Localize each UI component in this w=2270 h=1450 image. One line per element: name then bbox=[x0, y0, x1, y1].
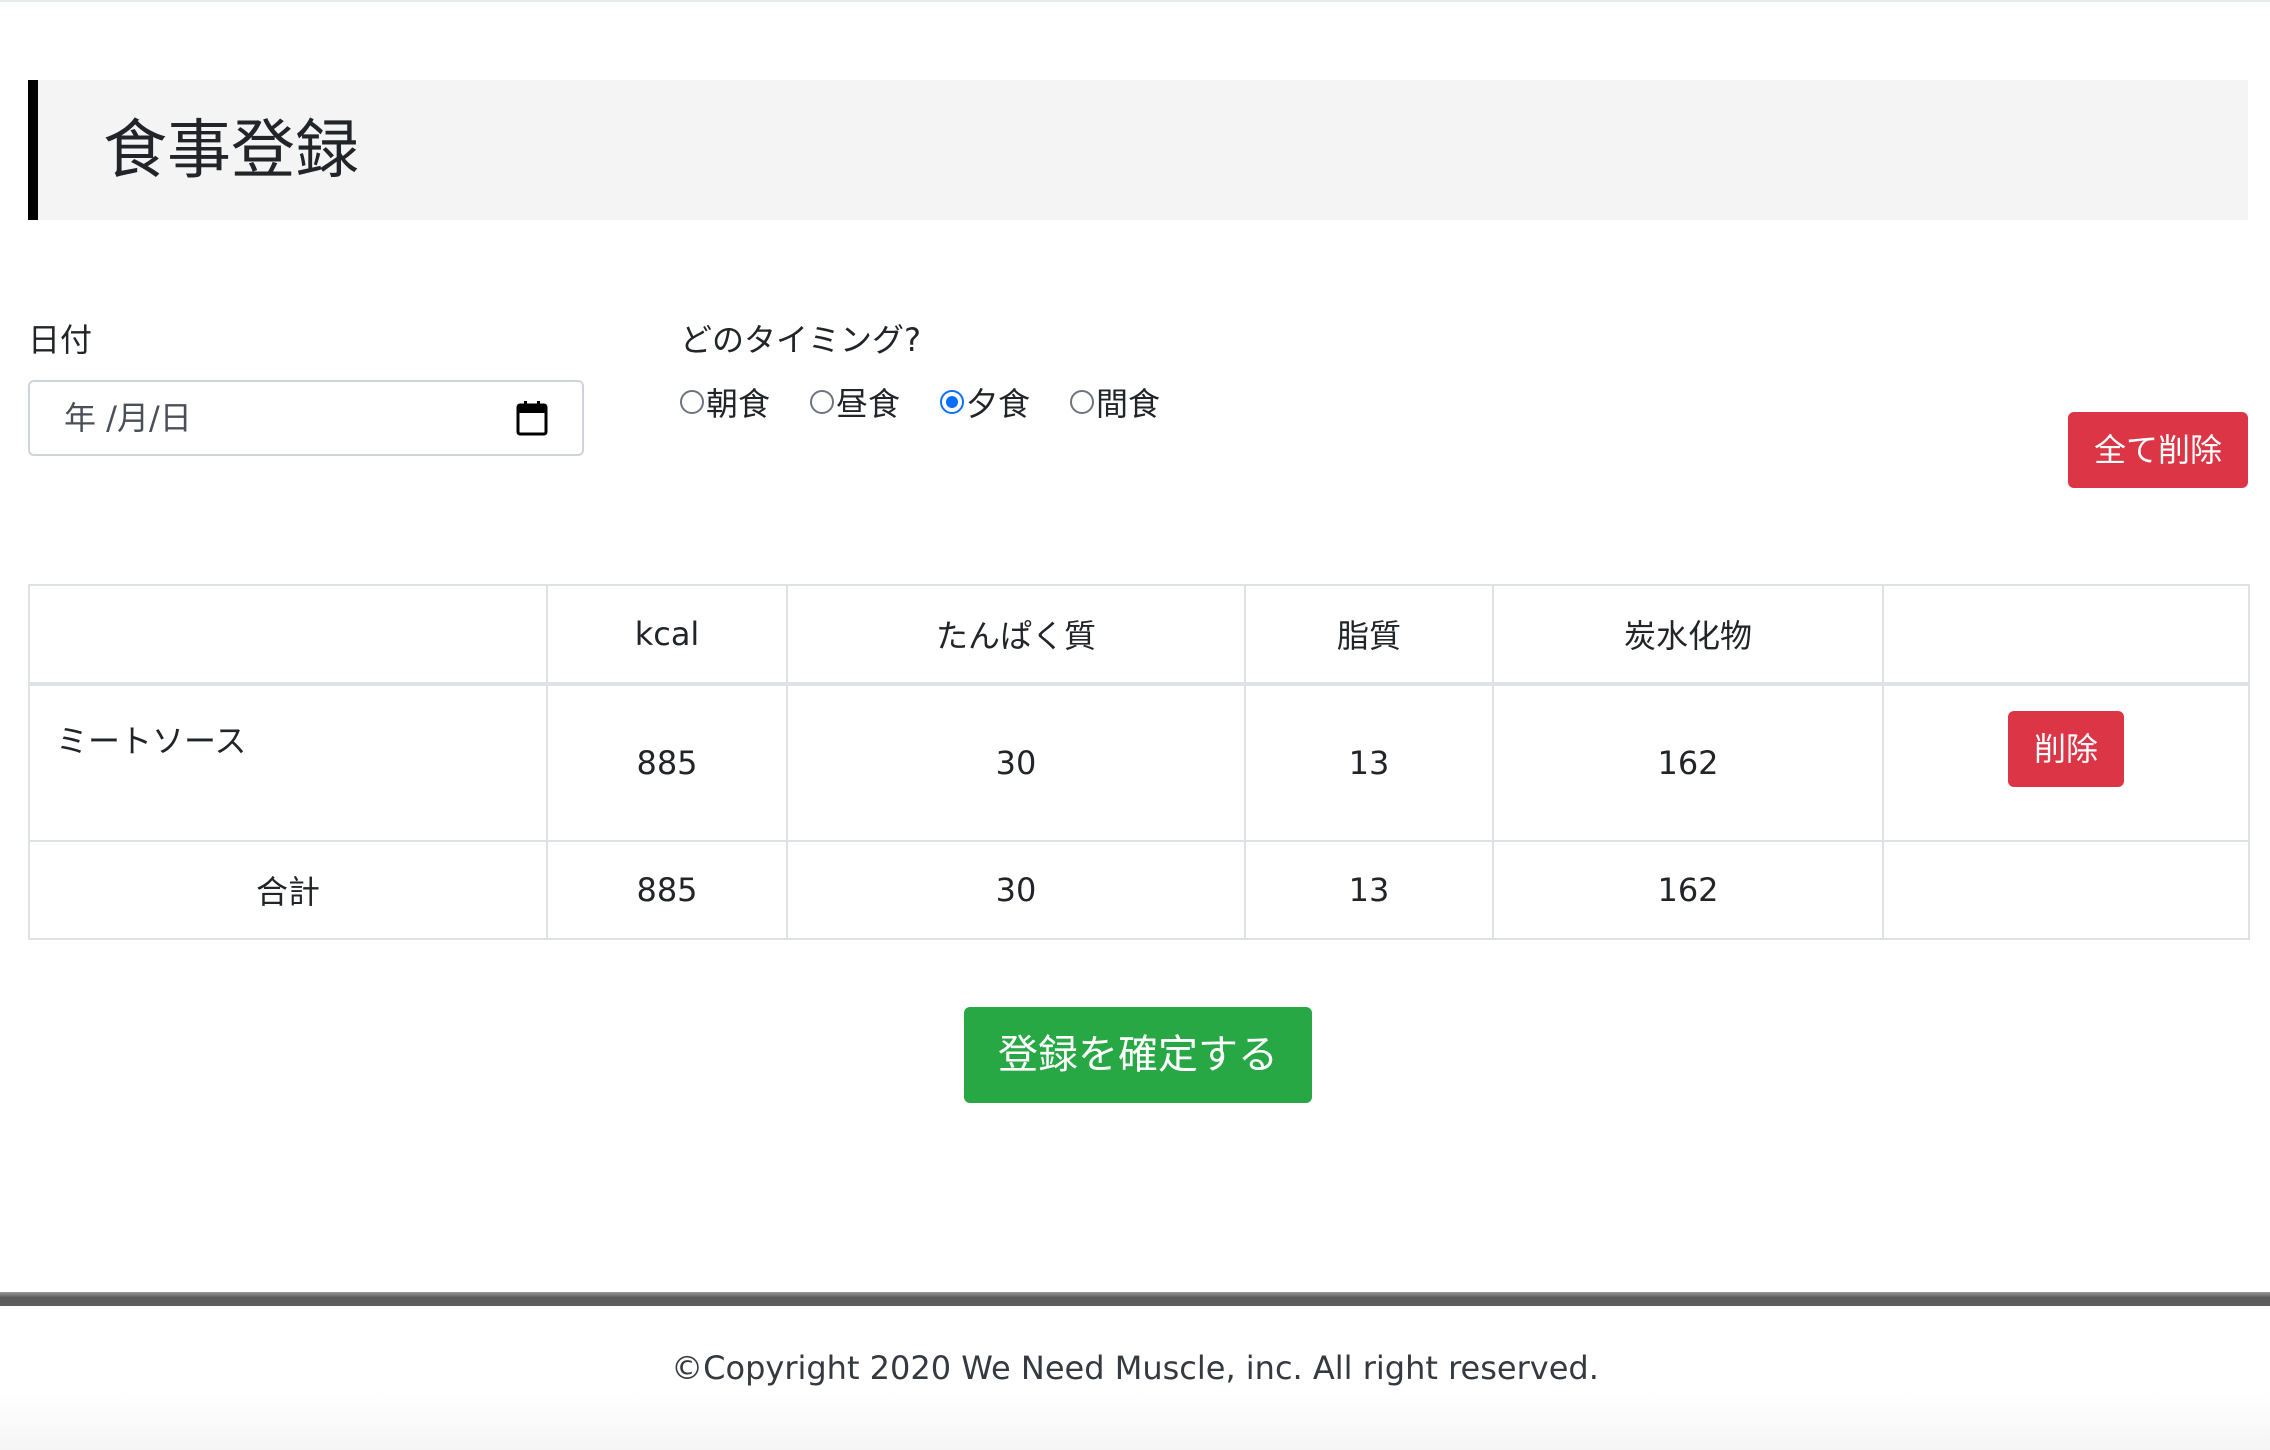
total-label: 合計 bbox=[28, 840, 548, 940]
copyright-text: ©Copyright 2020 We Need Muscle, inc. All… bbox=[671, 1349, 1599, 1387]
food-protein: 30 bbox=[786, 683, 1246, 842]
date-placeholder: 年 /月/日 bbox=[64, 399, 192, 437]
confirm-registration-button[interactable]: 登録を確定する bbox=[964, 1007, 1312, 1103]
food-carbs: 162 bbox=[1492, 683, 1884, 842]
total-protein: 30 bbox=[786, 840, 1246, 940]
delete-row-button[interactable]: 削除 bbox=[2008, 711, 2124, 787]
radio-button-lunch[interactable] bbox=[810, 390, 834, 414]
timing-label: どのタイミング? bbox=[680, 321, 921, 359]
top-border bbox=[0, 0, 2270, 2]
footer: ©Copyright 2020 We Need Muscle, inc. All… bbox=[0, 1306, 2270, 1450]
food-name: ミートソース bbox=[28, 683, 548, 842]
nutrition-table: kcal たんぱく質 脂質 炭水化物 ミートソース 885 30 13 162 … bbox=[28, 584, 2250, 940]
page-header: 食事登録 bbox=[28, 80, 2248, 220]
header-food bbox=[28, 584, 548, 686]
total-carbs: 162 bbox=[1492, 840, 1884, 940]
page-title: 食事登録 bbox=[103, 114, 359, 188]
table-row: ミートソース 885 30 13 162 bbox=[28, 683, 2250, 842]
radio-label-lunch: 昼食 bbox=[836, 385, 901, 423]
radio-label-snack: 間食 bbox=[1096, 385, 1161, 423]
radio-label-breakfast: 朝食 bbox=[706, 385, 771, 423]
total-fat: 13 bbox=[1244, 840, 1494, 940]
food-fat: 13 bbox=[1244, 683, 1494, 842]
delete-all-button[interactable]: 全て削除 bbox=[2068, 412, 2248, 488]
total-action-cell bbox=[1882, 840, 2250, 940]
header-action bbox=[1882, 584, 2250, 686]
radio-button-breakfast[interactable] bbox=[680, 390, 704, 414]
date-input[interactable]: 年 /月/日 bbox=[28, 380, 584, 456]
food-kcal: 885 bbox=[546, 683, 788, 842]
radio-button-dinner[interactable] bbox=[940, 390, 964, 414]
radio-button-snack[interactable] bbox=[1070, 390, 1094, 414]
header-protein: たんぱく質 bbox=[786, 584, 1246, 686]
radio-label-dinner: 夕食 bbox=[966, 385, 1031, 423]
table-header-row: kcal たんぱく質 脂質 炭水化物 bbox=[28, 584, 2250, 686]
header-fat: 脂質 bbox=[1244, 584, 1494, 686]
header-carbs: 炭水化物 bbox=[1492, 584, 1884, 686]
calendar-icon[interactable] bbox=[514, 400, 550, 438]
header-kcal: kcal bbox=[546, 584, 788, 686]
date-label: 日付 bbox=[28, 321, 93, 359]
footer-divider bbox=[0, 1292, 2270, 1306]
total-row: 合計 885 30 13 162 bbox=[28, 840, 2250, 940]
total-kcal: 885 bbox=[546, 840, 788, 940]
